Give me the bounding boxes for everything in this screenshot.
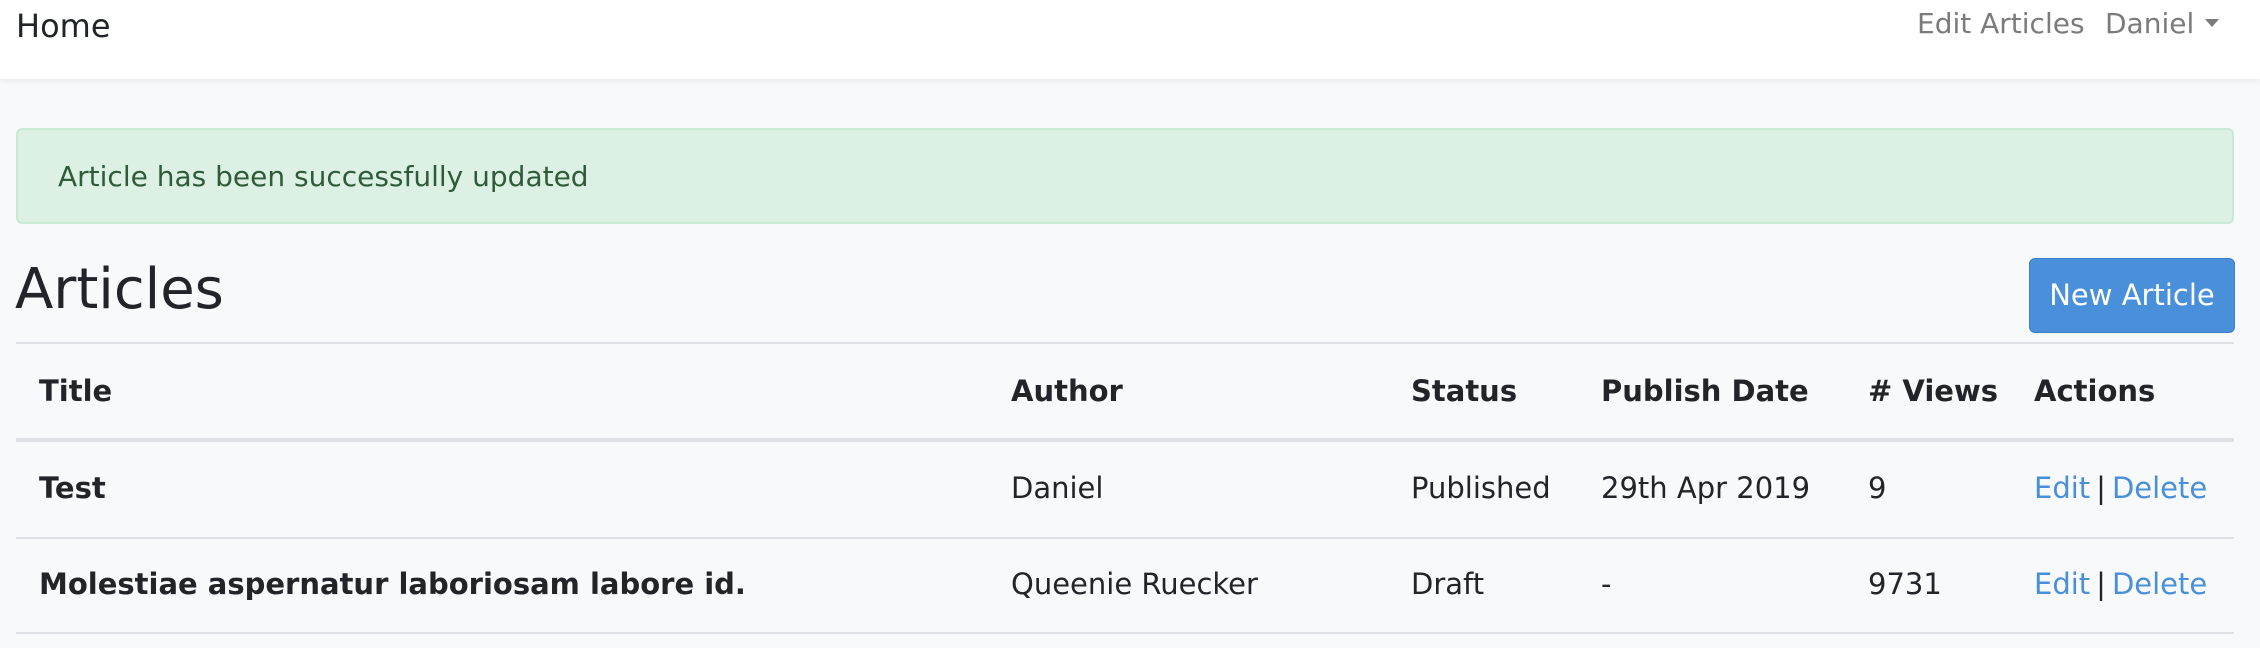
article-author: Queenie Ruecker: [1011, 567, 1258, 601]
alert-message: Article has been successfully updated: [58, 160, 589, 193]
article-publish-date: -: [1601, 567, 1612, 601]
edit-articles-link[interactable]: Edit Articles: [1917, 5, 2085, 43]
action-separator: |: [2096, 567, 2106, 601]
column-header-actions: Actions: [2034, 374, 2156, 408]
article-title: Molestiae aspernatur laboriosam labore i…: [39, 567, 746, 601]
column-header-views: # Views: [1868, 374, 1998, 408]
article-views: 9731: [1868, 567, 1942, 601]
success-alert: Article has been successfully updated: [16, 128, 2234, 224]
row-divider: [16, 632, 2234, 634]
article-views: 9: [1868, 471, 1887, 505]
delete-link[interactable]: Delete: [2112, 471, 2207, 505]
article-author: Daniel: [1011, 471, 1104, 505]
article-actions: Edit | Delete: [2034, 565, 2207, 603]
table-top-border: [16, 342, 2234, 344]
row-divider: [16, 537, 2234, 539]
edit-link[interactable]: Edit: [2034, 471, 2090, 505]
delete-link[interactable]: Delete: [2112, 567, 2207, 601]
user-menu-toggle[interactable]: Daniel: [2105, 5, 2194, 43]
column-header-publish-date: Publish Date: [1601, 374, 1809, 408]
article-title: Test: [39, 471, 106, 505]
top-navbar: Home Edit Articles Daniel: [0, 0, 2260, 79]
home-link[interactable]: Home: [16, 5, 111, 47]
edit-link[interactable]: Edit: [2034, 567, 2090, 601]
column-header-status: Status: [1411, 374, 1518, 408]
new-article-button[interactable]: New Article: [2029, 258, 2235, 333]
page-title: Articles: [15, 257, 224, 322]
caret-down-icon[interactable]: [2205, 19, 2219, 27]
article-status: Published: [1411, 471, 1551, 505]
column-header-author: Author: [1011, 374, 1123, 408]
table-header-border: [16, 438, 2234, 442]
article-status: Draft: [1411, 567, 1485, 601]
action-separator: |: [2096, 471, 2106, 505]
article-actions: Edit | Delete: [2034, 469, 2207, 507]
column-header-title: Title: [39, 374, 113, 408]
article-publish-date: 29th Apr 2019: [1601, 471, 1811, 505]
